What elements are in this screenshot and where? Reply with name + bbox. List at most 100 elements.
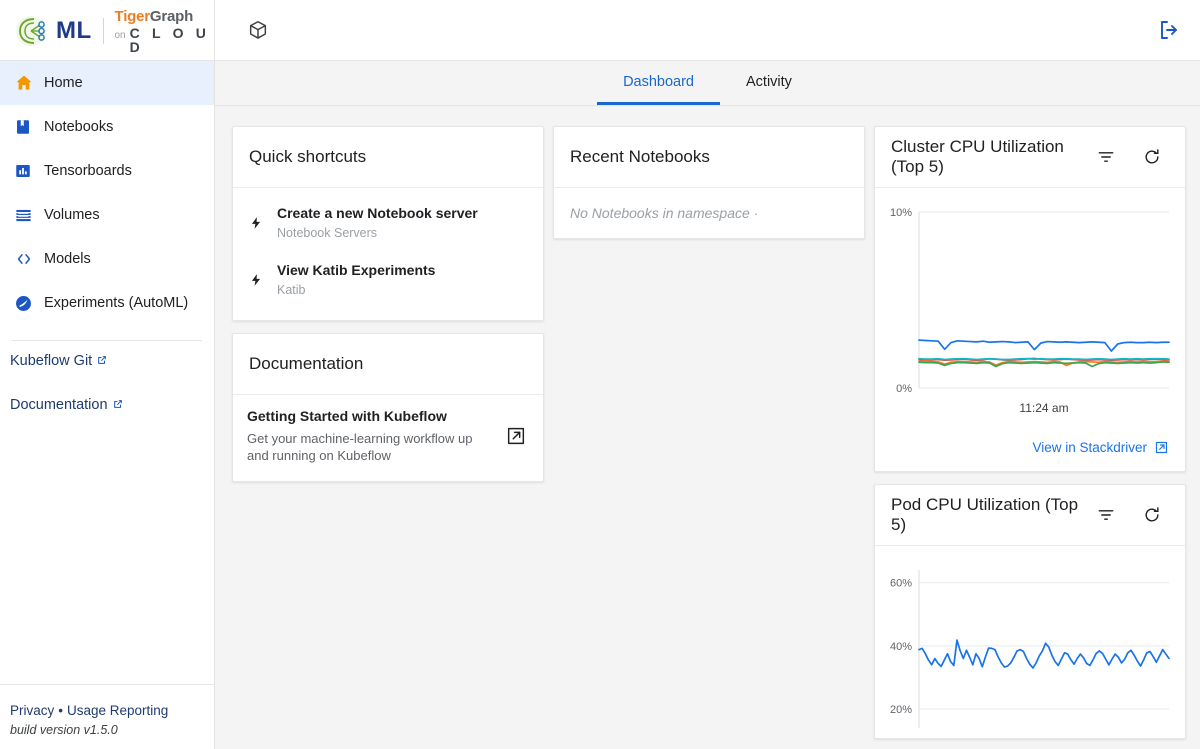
tigergraph-graph-text: Graph xyxy=(150,8,193,25)
svg-text:10%: 10% xyxy=(890,207,912,219)
bar-chart-icon xyxy=(14,162,44,180)
sidebar-item-notebooks[interactable]: Notebooks xyxy=(0,105,214,149)
page-title: Quick shortcuts xyxy=(249,147,366,167)
tab-dashboard[interactable]: Dashboard xyxy=(597,61,720,105)
home-icon xyxy=(14,73,44,93)
dashboard-column-right: Cluster CPU Utilization (Top 5) xyxy=(874,126,1186,749)
sidebar-item-label: Notebooks xyxy=(44,119,113,135)
bolt-icon xyxy=(249,213,277,233)
card-header: Recent Notebooks xyxy=(554,127,864,188)
sidebar-item-tensorboards[interactable]: Tensorboards xyxy=(0,149,214,193)
pod-cpu-utilization-card: Pod CPU Utilization (Top 5) xyxy=(874,484,1186,739)
filter-icon[interactable] xyxy=(1089,498,1123,532)
documentation-item-description: Get your machine-learning workflow up an… xyxy=(247,430,495,465)
brain-network-icon xyxy=(14,14,52,48)
sidebar-item-home[interactable]: Home xyxy=(0,61,214,105)
tab-label: Activity xyxy=(746,74,792,90)
body: Home Notebooks Tensorboards xyxy=(0,61,1200,749)
sidebar-item-label: Kubeflow Git xyxy=(10,353,92,369)
bolt-icon xyxy=(249,270,277,290)
cluster-cpu-chart-svg: 0% 10% 11:24 am xyxy=(881,200,1177,430)
tigergraph-tiger-text: Tiger xyxy=(115,8,150,25)
footer-separator: • xyxy=(58,703,63,718)
brand-logo[interactable]: ML TigerGraph on C L O U D xyxy=(0,0,215,61)
svg-text:60%: 60% xyxy=(890,578,912,590)
usage-reporting-link[interactable]: Usage Reporting xyxy=(67,703,168,718)
logout-icon[interactable] xyxy=(1152,13,1186,47)
svg-text:20%: 20% xyxy=(890,704,912,716)
external-link-icon xyxy=(1154,440,1169,455)
card-header: Pod CPU Utilization (Top 5) xyxy=(875,485,1185,546)
shortcut-subtitle: Katib xyxy=(277,283,435,297)
svg-text:0%: 0% xyxy=(896,383,912,395)
sidebar: Home Notebooks Tensorboards xyxy=(0,61,215,749)
cluster-cpu-chart: 0% 10% 11:24 am xyxy=(875,188,1185,430)
dashboard-panels: Quick shortcuts Create a new Notebook se… xyxy=(215,106,1200,749)
tab-bar: Dashboard Activity xyxy=(215,61,1200,106)
brand-divider xyxy=(103,18,104,44)
card-header: Documentation xyxy=(233,334,543,395)
sidebar-item-label: Experiments (AutoML) xyxy=(44,295,188,311)
quick-shortcuts-card: Quick shortcuts Create a new Notebook se… xyxy=(232,126,544,321)
privacy-link[interactable]: Privacy xyxy=(10,703,54,718)
sidebar-divider xyxy=(12,340,202,341)
app-root: ML TigerGraph on C L O U D xyxy=(0,0,1200,749)
refresh-icon[interactable] xyxy=(1135,498,1169,532)
external-link-icon xyxy=(97,355,107,365)
svg-text:11:24 am: 11:24 am xyxy=(1019,401,1068,415)
dashboard-column-left: Quick shortcuts Create a new Notebook se… xyxy=(232,126,544,749)
top-bar-main xyxy=(215,0,1200,60)
sidebar-item-kubeflow-git[interactable]: Kubeflow Git xyxy=(0,353,214,397)
sidebar-item-models[interactable]: Models xyxy=(0,237,214,281)
sidebar-item-label: Tensorboards xyxy=(44,163,132,179)
sidebar-item-label: Models xyxy=(44,251,91,267)
external-link-icon[interactable] xyxy=(505,425,527,447)
card-header: Quick shortcuts xyxy=(233,127,543,188)
sidebar-item-documentation[interactable]: Documentation xyxy=(0,397,214,441)
filter-icon[interactable] xyxy=(1089,140,1123,174)
quick-shortcuts-list: Create a new Notebook server Notebook Se… xyxy=(233,188,543,320)
tigergraph-cloud-logo: TigerGraph on C L O U D xyxy=(115,8,215,54)
tab-label: Dashboard xyxy=(623,74,694,90)
shortcut-view-katib-experiments[interactable]: View Katib Experiments Katib xyxy=(233,251,543,308)
refresh-icon[interactable] xyxy=(1135,140,1169,174)
sidebar-item-label: Documentation xyxy=(10,397,108,413)
brand-ml-text: ML xyxy=(56,17,92,45)
sidebar-item-experiments-automl[interactable]: Experiments (AutoML) xyxy=(0,281,214,325)
top-bar: ML TigerGraph on C L O U D xyxy=(0,0,1200,61)
sidebar-footer: Privacy•Usage Reporting build version v1… xyxy=(0,684,214,749)
link-label: View in Stackdriver xyxy=(1032,440,1147,455)
view-in-stackdriver-link[interactable]: View in Stackdriver xyxy=(1032,440,1169,455)
page-title: Cluster CPU Utilization (Top 5) xyxy=(891,137,1089,177)
tigergraph-on-text: on xyxy=(115,31,126,41)
svg-text:40%: 40% xyxy=(890,641,912,653)
storage-list-icon xyxy=(14,206,44,225)
dashboard-column-middle: Recent Notebooks No Notebooks in namespa… xyxy=(553,126,865,749)
notebook-icon xyxy=(14,118,44,136)
recent-notebooks-card: Recent Notebooks No Notebooks in namespa… xyxy=(553,126,865,239)
documentation-item[interactable]: Getting Started with Kubeflow Get your m… xyxy=(233,395,543,481)
page-title: Recent Notebooks xyxy=(570,147,710,167)
sidebar-item-label: Volumes xyxy=(44,207,100,223)
shortcut-title: Create a new Notebook server xyxy=(277,205,478,221)
package-cube-icon[interactable] xyxy=(241,13,275,47)
documentation-item-title: Getting Started with Kubeflow xyxy=(247,408,447,424)
sidebar-spacer xyxy=(0,441,214,684)
code-brackets-icon xyxy=(14,249,44,269)
external-link-icon xyxy=(113,399,123,409)
shortcut-subtitle: Notebook Servers xyxy=(277,226,478,240)
tab-activity[interactable]: Activity xyxy=(720,61,818,105)
tigergraph-cloud-text: C L O U D xyxy=(130,26,214,54)
content-area: Dashboard Activity Quick shortcuts xyxy=(215,61,1200,749)
sidebar-item-label: Home xyxy=(44,75,83,91)
page-title: Pod CPU Utilization (Top 5) xyxy=(891,495,1089,535)
pod-cpu-chart-svg: 20% 40% 60% xyxy=(881,558,1177,738)
experiments-icon xyxy=(14,294,44,313)
page-title: Documentation xyxy=(249,354,363,374)
cluster-cpu-card-footer: View in Stackdriver xyxy=(875,430,1185,471)
shortcut-create-notebook-server[interactable]: Create a new Notebook server Notebook Se… xyxy=(233,194,543,251)
card-header: Cluster CPU Utilization (Top 5) xyxy=(875,127,1185,188)
sidebar-item-volumes[interactable]: Volumes xyxy=(0,193,214,237)
pod-cpu-chart: 20% 40% 60% xyxy=(875,546,1185,738)
shortcut-title: View Katib Experiments xyxy=(277,262,435,278)
